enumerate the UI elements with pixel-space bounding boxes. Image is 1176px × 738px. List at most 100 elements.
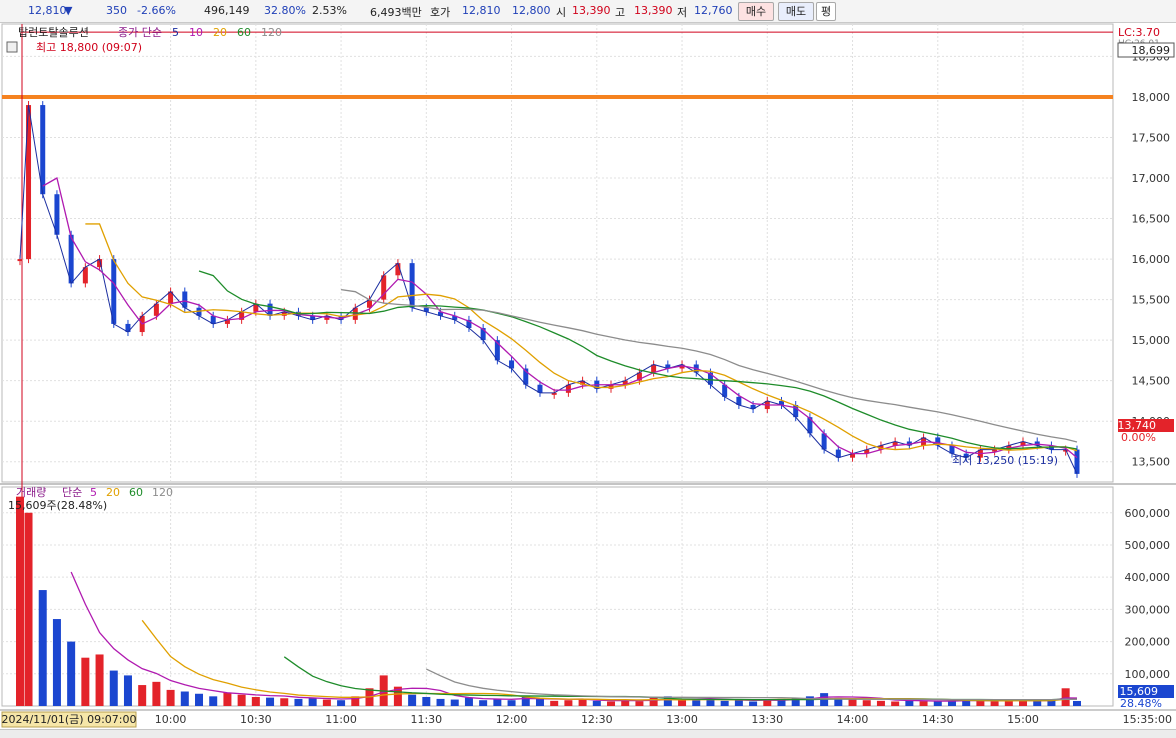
volume-bar	[734, 700, 743, 706]
volume-tick-label: 300,000	[1125, 603, 1171, 616]
price-change: 350	[106, 4, 127, 17]
time-tick-label: 10:00	[155, 713, 187, 726]
price-ma-period: 20	[213, 26, 227, 39]
volume-bar	[805, 696, 814, 706]
volume-bar	[607, 701, 616, 706]
volume-bar	[322, 699, 331, 706]
volume-ma-period: 60	[129, 486, 143, 499]
volume-bar	[195, 693, 204, 706]
time-tick-label: 13:30	[751, 713, 783, 726]
price-ma-label: 종가 단순	[118, 26, 162, 39]
volume-bar	[891, 701, 900, 706]
volume-bar	[720, 700, 729, 706]
volume-bar	[535, 698, 544, 706]
price-tick-label: 17,000	[1132, 172, 1171, 185]
price-ma-period: 120	[261, 26, 282, 39]
volume-bar	[223, 692, 232, 706]
time-tick-label: 14:00	[837, 713, 869, 726]
low-price: 12,760	[694, 4, 733, 17]
volume-bar	[1033, 700, 1042, 706]
volume-bar	[550, 700, 559, 706]
volume-bar	[1061, 688, 1070, 706]
bid-price: 12,800	[512, 4, 551, 17]
volume-ma-label: 단순	[62, 486, 82, 499]
time-tick-label: 12:00	[496, 713, 528, 726]
price-tick-label: 17,500	[1132, 131, 1171, 144]
ask-price: 12,810	[462, 4, 501, 17]
third-button[interactable]: 평	[816, 2, 836, 21]
high-price: 13,390	[634, 4, 673, 17]
price-tick-label: 18,000	[1132, 91, 1171, 104]
volume-bar	[876, 700, 885, 706]
volume-bar	[180, 691, 189, 706]
trade-amount: 6,493백만	[370, 6, 422, 19]
chart-area: 13,50014,00014,50015,00015,50016,00016,5…	[0, 23, 1176, 728]
open-price: 13,390	[572, 4, 611, 17]
buy-button[interactable]: 매수	[738, 2, 774, 21]
volume-bar	[81, 657, 90, 706]
volume-bar	[408, 694, 417, 706]
volume-bar	[592, 700, 601, 706]
turnover-rate: 2.53%	[312, 4, 347, 17]
volume-bar	[1004, 700, 1013, 706]
high-annotation: 최고 18,800 (09:07)	[36, 41, 142, 54]
volume-bar	[479, 700, 488, 706]
price-ma-period: 5	[172, 26, 179, 39]
volume-bar	[692, 700, 701, 706]
volume-bar	[237, 694, 246, 706]
volume-bar	[862, 700, 871, 706]
volume-bar	[990, 701, 999, 706]
volume-bar	[564, 700, 573, 706]
time-tick-label: 10:30	[240, 713, 272, 726]
volume-bar	[251, 696, 260, 706]
volume-bar	[16, 496, 24, 706]
volume-bar	[38, 590, 47, 706]
quote-bar: 12,810 ▼ 350 -2.66% 496,149 32.80% 2.53%…	[0, 0, 1176, 23]
volume-bar	[678, 699, 687, 706]
volume-bar	[507, 700, 516, 706]
price-tick-label: 15,500	[1132, 294, 1171, 307]
volume-bar	[436, 698, 445, 706]
lc-label: LC:3.70	[1118, 26, 1160, 39]
change-rate: -2.66%	[137, 4, 176, 17]
grid-icon	[6, 41, 18, 53]
volume-ratio: 32.80%	[264, 4, 306, 17]
volume-bar	[166, 689, 175, 706]
volume-bar	[493, 698, 502, 706]
volume-bar	[52, 619, 61, 706]
price-tick-label: 13,500	[1132, 456, 1171, 469]
time-tick-label: 12:30	[581, 713, 613, 726]
sell-button[interactable]: 매도	[778, 2, 814, 21]
volume-bar	[1073, 700, 1081, 706]
volume-panel-title: 거래량	[16, 486, 46, 499]
volume-bar	[450, 699, 459, 706]
volume-bar	[422, 696, 431, 706]
volume-bar	[308, 697, 317, 706]
price-tick-label: 16,500	[1132, 213, 1171, 226]
volume-tick-label: 400,000	[1125, 571, 1171, 584]
volume-bar	[848, 699, 857, 706]
volume-bar	[109, 670, 118, 706]
volume-bar	[294, 698, 303, 706]
volume-bar	[635, 701, 644, 706]
volume-bar	[266, 697, 275, 706]
volume-bar	[152, 681, 161, 706]
hoga-label: 호가	[430, 6, 451, 19]
volume-bar	[123, 675, 132, 706]
volume-tick-label: 100,000	[1125, 668, 1171, 681]
volume-bar	[464, 697, 473, 706]
price-ma-period: 60	[237, 26, 251, 39]
price-tick-label: 15,000	[1132, 334, 1171, 347]
volume-tick-label: 200,000	[1125, 636, 1171, 649]
volume-bar	[337, 700, 346, 706]
volume-ma-period: 20	[106, 486, 120, 499]
volume-bar	[749, 701, 758, 706]
down-arrow-icon: ▼	[64, 4, 73, 17]
volume-tick-label: 600,000	[1125, 507, 1171, 520]
volume-bar	[209, 696, 218, 706]
time-start-label: 2024/11/01(금) 09:07:00	[1, 713, 136, 726]
price-ma-period: 10	[189, 26, 203, 39]
price-panel-title: 탑런토탈솔루션	[18, 26, 89, 39]
low-label: 저	[677, 6, 688, 19]
volume-panel	[1, 486, 1114, 707]
